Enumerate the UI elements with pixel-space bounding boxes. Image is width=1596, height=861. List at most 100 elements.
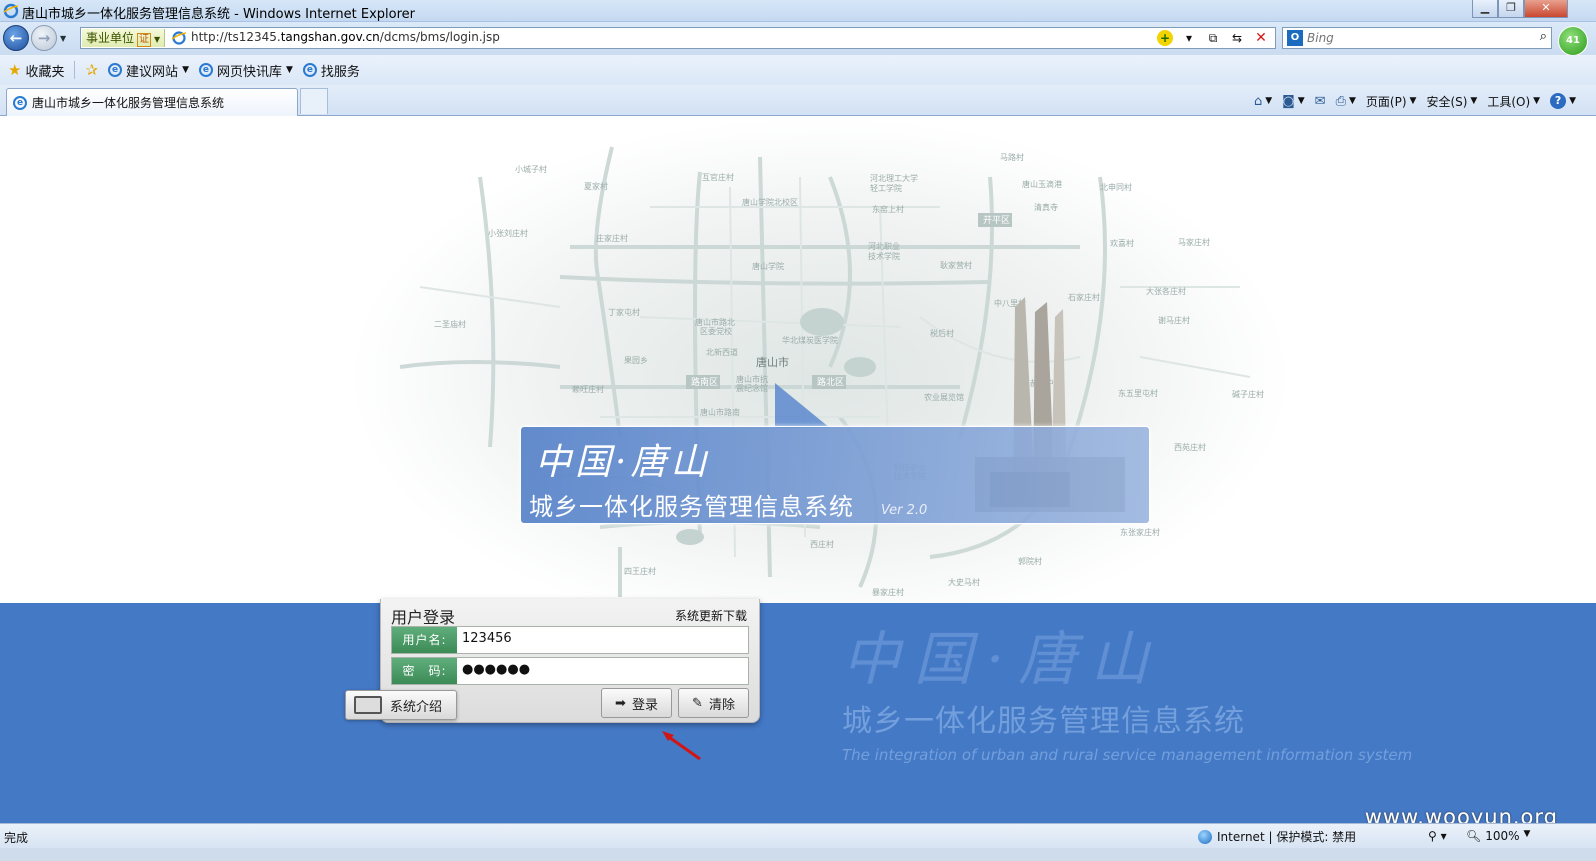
zoom-level[interactable]: 🔍︎ 100% ▼ [1466, 829, 1530, 843]
brand-watermark: 中国·唐山 城乡一体化服务管理信息系统 The integration of u… [842, 612, 1412, 764]
feeds-button[interactable]: ◙ ▼ [1282, 94, 1305, 109]
zoom-options-icon[interactable]: ⚲ ▾ [1428, 829, 1447, 843]
svg-text:西苑庄村: 西苑庄村 [1174, 442, 1206, 452]
page-menu[interactable]: 页面(P) ▼ [1366, 93, 1417, 110]
svg-text:丁家屯村: 丁家屯村 [608, 307, 640, 317]
compatibility-view-icon[interactable]: ⧉ [1205, 30, 1221, 46]
search-input[interactable] [1307, 29, 1527, 47]
password-input[interactable]: ●●●●●● [462, 662, 530, 677]
certificate-badge[interactable]: 事业单位证 ▼ [82, 29, 166, 47]
web-slice-gallery-link[interactable]: e 网页快讯库 ▼ [198, 61, 293, 80]
svg-text:庄家庄村: 庄家庄村 [596, 233, 628, 243]
username-field[interactable]: 用户名: 123456 [391, 626, 749, 654]
printer-icon: ⎙ [1335, 93, 1346, 109]
svg-text:唐山学院北校区: 唐山学院北校区 [742, 197, 798, 207]
map-background: 小城子村 夏家村 互官庄村 马路村 唐山玉滴港 北申同村 庄家庄村 唐山学院北校区 河北理工… [0, 117, 1596, 603]
login-button[interactable]: ➡ 登录 [601, 688, 672, 718]
close-window-button[interactable]: ✕ [1524, 0, 1568, 18]
svg-text:唐山市抗: 唐山市抗 [736, 374, 768, 384]
banner-system-name: 城乡一体化服务管理信息系统 [529, 493, 854, 521]
address-toolbar: ← → ▼ 事业单位证 ▼ http://ts12345.tangshan.gov… [0, 22, 1596, 55]
tab-bar: e 唐山市城乡一体化服务管理信息系统 ⌂ ▼ ◙ ▼ ✉ ⎙ ▼ 页面(P) ▼ 安全(… [0, 85, 1596, 116]
new-tab-button[interactable] [300, 88, 328, 114]
url-text[interactable]: http://ts12345.tangshan.gov.cn/dcms/bms/… [191, 30, 500, 44]
recent-pages-dropdown[interactable]: ▼ [60, 34, 66, 43]
brush-icon: ✎ [692, 695, 703, 711]
minimize-button[interactable]: ▁ [1472, 0, 1498, 18]
restore-button[interactable]: ❐ [1498, 0, 1524, 18]
add-on-icon[interactable]: + [1157, 30, 1173, 46]
svg-text:小张刘庄村: 小张刘庄村 [488, 228, 528, 238]
window-title: 唐山市城乡一体化服务管理信息系统 - Windows Internet Expl… [22, 7, 415, 22]
help-icon: ? [1550, 93, 1567, 109]
svg-text:唐山市路北: 唐山市路北 [695, 317, 735, 327]
svg-text:马路村: 马路村 [1000, 152, 1024, 162]
svg-text:区委党校: 区委党校 [700, 326, 732, 336]
address-bar[interactable]: 事业单位证 ▼ http://ts12345.tangshan.gov.cn/dc… [80, 27, 1276, 49]
svg-text:北新西道: 北新西道 [706, 347, 738, 357]
update-status-icon[interactable]: 41 [1558, 26, 1588, 56]
svg-text:税后村: 税后村 [930, 328, 954, 338]
security-zone[interactable]: Internet | 保护模式: 禁用 [1198, 828, 1356, 845]
forward-button[interactable]: → [31, 25, 57, 51]
ie-page-icon: e [13, 95, 27, 110]
favorites-button[interactable]: ★ 收藏夹 [8, 61, 64, 80]
command-bar: ⌂ ▼ ◙ ▼ ✉ ⎙ ▼ 页面(P) ▼ 安全(S) ▼ 工具(O) ▼ ? ▼ [1254, 88, 1576, 114]
tools-menu[interactable]: 工具(O) ▼ [1487, 93, 1540, 110]
svg-text:碱子庄村: 碱子庄村 [1232, 389, 1264, 399]
find-service-link[interactable]: e 找服务 [302, 61, 360, 80]
refresh-icon[interactable]: ⇆ [1229, 30, 1245, 46]
svg-text:清真寺: 清真寺 [1034, 202, 1058, 212]
window-titlebar: 唐山市城乡一体化服务管理信息系统 - Windows Internet Expl… [0, 0, 1596, 22]
svg-text:大张各庄村: 大张各庄村 [1146, 286, 1186, 296]
dropdown-icon[interactable]: ▾ [1181, 30, 1197, 46]
password-label: 密 码: [392, 658, 457, 684]
mail-icon: ✉ [1314, 93, 1326, 109]
ie-page-icon: e [198, 63, 213, 77]
zoom-icon: 🔍︎ [1466, 829, 1482, 843]
status-text: 完成 [4, 831, 29, 845]
system-update-download-link[interactable]: 系统更新下载 [675, 607, 747, 624]
svg-text:二圣庙村: 二圣庙村 [434, 319, 466, 329]
suggested-sites-link[interactable]: e 建议网站 ▼ [108, 61, 189, 80]
svg-text:北申同村: 北申同村 [1100, 182, 1132, 192]
help-menu[interactable]: ? ▼ [1550, 93, 1576, 109]
search-icon[interactable]: ⌕ [1540, 29, 1547, 44]
print-button[interactable]: ⎙ ▼ [1336, 94, 1356, 109]
svg-text:四王庄村: 四王庄村 [624, 566, 656, 576]
svg-text:开平区: 开平区 [983, 215, 1010, 226]
ie-page-icon [171, 31, 187, 45]
chevron-down-icon: ▼ [182, 65, 189, 75]
watermark-system-name: 城乡一体化服务管理信息系统 [842, 704, 1245, 739]
safety-menu[interactable]: 安全(S) ▼ [1426, 93, 1477, 110]
watermark-logo: 中国·唐山 [842, 625, 1163, 693]
city-map: 小城子村夏家村 互官庄村 马路村唐山玉滴港 北申同村 庄家庄村 唐山学院北校区 河北理工… [399, 146, 1264, 597]
stop-icon[interactable]: ✕ [1253, 30, 1269, 46]
tab-active[interactable]: e 唐山市城乡一体化服务管理信息系统 [6, 88, 298, 116]
svg-text:谢马庄村: 谢马庄村 [1158, 315, 1190, 325]
window-bottom-edge [0, 848, 1596, 861]
favorites-star-icon: ★ [8, 61, 22, 79]
system-intro-button[interactable]: 系统介绍 [345, 690, 457, 720]
map-city-label: 唐山市 [756, 355, 789, 369]
bing-search-provider-icon[interactable]: O [1287, 30, 1303, 46]
globe-icon [1198, 829, 1212, 844]
svg-text:唐山学院: 唐山学院 [752, 261, 784, 271]
rss-icon: ◙ [1282, 93, 1295, 109]
username-input[interactable]: 123456 [462, 631, 512, 646]
svg-text:欢喜村: 欢喜村 [1110, 238, 1134, 248]
back-button[interactable]: ← [3, 25, 29, 51]
mail-button[interactable]: ✉ [1315, 94, 1326, 109]
svg-text:暴家庄村: 暴家庄村 [872, 587, 904, 597]
login-page: 小城子村 夏家村 互官庄村 马路村 唐山玉滴港 北申同村 庄家庄村 唐山学院北校区 河北理工… [0, 117, 1596, 823]
password-field[interactable]: 密 码: ●●●●●● [391, 657, 749, 685]
add-favorite-icon[interactable]: ✰ [85, 61, 98, 79]
ie-page-icon: e [302, 63, 317, 77]
svg-text:夏家村: 夏家村 [584, 181, 608, 191]
red-arrow-annotation [662, 731, 701, 761]
svg-text:东张家庄村: 东张家庄村 [1120, 527, 1160, 537]
clear-button[interactable]: ✎ 清除 [678, 688, 749, 718]
home-button[interactable]: ⌂ ▼ [1254, 94, 1272, 109]
chevron-down-icon: ▼ [286, 65, 293, 75]
search-box[interactable]: O ⌕ [1282, 27, 1552, 49]
